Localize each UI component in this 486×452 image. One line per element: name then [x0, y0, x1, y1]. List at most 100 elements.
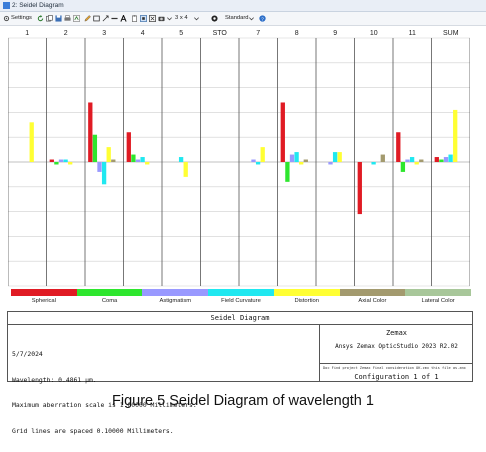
bar-field-curvature-9	[332, 152, 338, 162]
category-label-9: 9	[333, 30, 337, 37]
bar-distortion-8	[299, 162, 304, 165]
legend-swatch-coma	[76, 289, 143, 296]
info-divider	[320, 363, 473, 364]
legend-swatch-astigmatism	[142, 289, 209, 296]
bar-axial-color-10	[380, 154, 385, 162]
bar-coma-2	[54, 162, 59, 165]
layout-selector[interactable]: 3 x 4	[175, 14, 188, 23]
bar-astigmatism-8	[289, 154, 295, 162]
export-icon[interactable]	[73, 15, 80, 22]
bar-spherical-10	[357, 162, 362, 215]
bar-distortion-2	[68, 162, 73, 165]
legend-label-distortion: Distortion	[294, 298, 319, 304]
legend: Spherical Coma Astigmatism Field Curvature D…	[11, 289, 471, 307]
refresh-icon[interactable]	[37, 15, 44, 22]
bar-distortion-7	[260, 147, 265, 162]
bar-astigmatism-3	[97, 162, 102, 172]
text-tool-icon[interactable]	[120, 15, 127, 22]
bar-field-curvature-7	[255, 162, 261, 165]
svg-text:?: ?	[261, 16, 264, 22]
overlay-icon[interactable]	[149, 15, 156, 22]
category-label-10: 10	[370, 30, 378, 37]
chevron-down-icon[interactable]	[248, 15, 255, 22]
category-label-3: 3	[102, 30, 106, 37]
clipboard-icon[interactable]	[131, 15, 138, 22]
arrow-tool-icon[interactable]	[102, 15, 109, 22]
legend-label-field-curvature: Field Curvature	[221, 298, 261, 304]
product-name: Ansys Zemax OpticStudio 2023 R2.02	[335, 343, 458, 350]
window-icon	[3, 2, 10, 9]
standard-selector[interactable]: Standard	[225, 14, 249, 23]
bar-coma-8	[285, 162, 290, 182]
category-label-4: 4	[141, 30, 145, 37]
bar-astigmatism-sum	[443, 157, 449, 162]
figure-caption: Figure 5 Seidel Diagram of wavelength 1	[112, 393, 374, 409]
category-label-11: 11	[409, 30, 416, 37]
bar-astigmatism-2	[58, 159, 64, 162]
info-panel: Seidel Diagram 5/7/2024 Wavelength: 0.48…	[7, 311, 473, 435]
zoom-icon[interactable]	[211, 15, 218, 22]
chevron-down-icon[interactable]	[166, 15, 173, 22]
legend-label-axial-color: Axial Color	[358, 298, 387, 304]
settings-button[interactable]: Settings	[11, 14, 32, 23]
bar-field-curvature-11	[409, 157, 415, 162]
bar-astigmatism-9	[328, 162, 333, 165]
print-icon[interactable]	[64, 15, 71, 22]
help-icon[interactable]: ?	[259, 15, 266, 22]
bar-astigmatism-11	[405, 159, 410, 162]
info-right-panel: Zemax Ansys Zemax OpticStudio 2023 R2.02…	[319, 324, 473, 381]
bar-axial-color-11	[419, 159, 424, 162]
bar-field-curvature-10	[371, 162, 376, 165]
bar-spherical-2	[49, 159, 54, 162]
toolbar: Settings 3 x 4 Standard ?	[0, 12, 486, 26]
copy-icon[interactable]	[46, 15, 53, 22]
legend-swatch-field-curvature	[208, 289, 274, 296]
legend-swatch-distortion	[273, 289, 340, 296]
rectangle-tool-icon[interactable]	[93, 15, 100, 22]
bar-field-curvature-8	[294, 152, 299, 162]
settings-gear-icon[interactable]	[3, 15, 10, 22]
bar-field-curvature-sum	[448, 154, 453, 162]
legend-swatch-axial-color	[339, 289, 406, 296]
legend-label-lateral-color: Lateral Color	[421, 298, 455, 304]
chevron-down-icon[interactable]	[193, 15, 200, 22]
bar-field-curvature-3	[101, 162, 107, 185]
bar-spherical-4	[126, 132, 131, 162]
category-label-1: 1	[25, 30, 29, 37]
bar-spherical-3	[88, 102, 93, 162]
category-label-5: 5	[179, 30, 183, 37]
bar-spherical-11	[396, 132, 401, 162]
line-tool-icon[interactable]	[111, 15, 118, 22]
category-label-sto: STO	[213, 30, 228, 37]
grid-toggle-icon[interactable]	[140, 15, 147, 22]
legend-swatch-lateral-color	[405, 289, 471, 296]
window-title: 2: Seidel Diagram	[12, 2, 64, 9]
bar-distortion-3	[106, 147, 111, 162]
file-path: Doc Find project Zemax Final considerati…	[323, 366, 466, 370]
info-wavelength: Wavelength: 0.4861 µm.	[12, 375, 97, 384]
category-label-2: 2	[64, 30, 68, 37]
pencil-icon[interactable]	[84, 15, 91, 22]
bar-spherical-sum	[434, 157, 439, 162]
bar-axial-color-8	[303, 159, 308, 162]
save-icon[interactable]	[55, 15, 62, 22]
bar-distortion-sum	[453, 109, 458, 162]
camera-icon[interactable]	[158, 15, 165, 22]
bar-distortion-5	[183, 162, 188, 177]
bar-coma-4	[131, 154, 136, 162]
legend-swatch-spherical	[11, 289, 77, 296]
title-bar: 2: Seidel Diagram	[0, 0, 486, 12]
info-date: 5/7/2024	[12, 350, 43, 358]
bar-coma-3	[92, 134, 98, 162]
bar-field-curvature-4	[140, 157, 145, 162]
configuration-label: Configuration 1 of 1	[354, 373, 439, 381]
bar-coma-sum	[439, 159, 444, 162]
bar-distortion-9	[337, 152, 342, 162]
bar-axial-color-3	[111, 159, 116, 162]
bar-field-curvature-5	[178, 157, 184, 162]
category-label-sum: SUM	[443, 30, 459, 37]
bar-astigmatism-4	[135, 159, 141, 162]
company-name: Zemax	[385, 329, 408, 337]
category-label-8: 8	[295, 30, 299, 37]
legend-label-spherical: Spherical	[31, 298, 56, 304]
